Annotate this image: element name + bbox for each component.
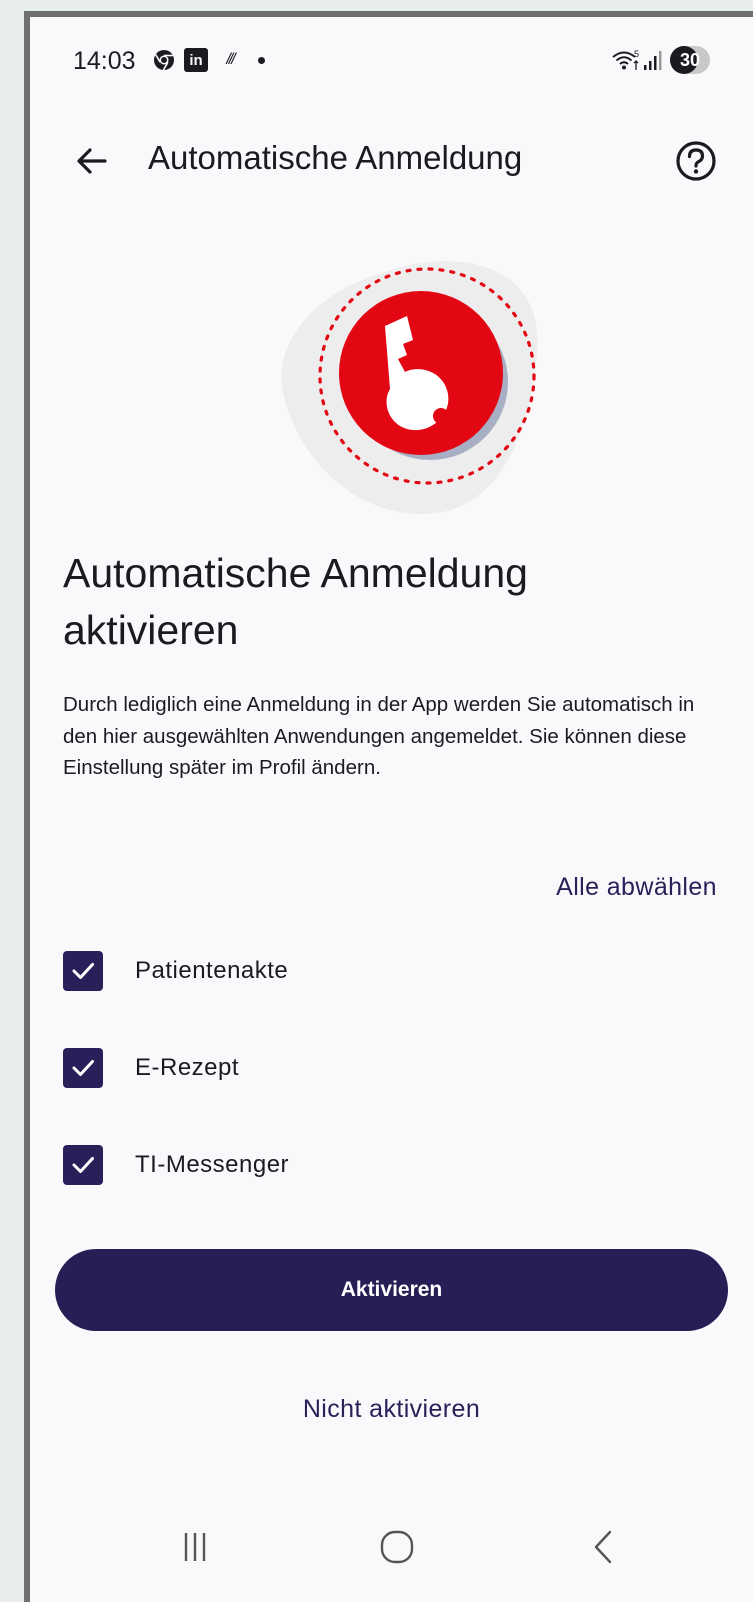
wifi-icon: 5 <box>610 48 644 72</box>
status-bar: 14:03 in /// 5 30 <box>30 17 753 97</box>
recents-button[interactable] <box>165 1517 225 1577</box>
back-button[interactable] <box>68 137 116 185</box>
description-text: Durch lediglich eine Anmeldung in der Ap… <box>63 693 695 779</box>
checkbox[interactable] <box>63 951 103 991</box>
key-illustration <box>255 252 545 527</box>
app-screen: 14:03 in /// 5 30 Automatische Anmeldung… <box>30 17 753 1602</box>
check-icon <box>72 1060 94 1076</box>
battery-icon: 30 <box>670 46 710 74</box>
checkbox[interactable] <box>63 1048 103 1088</box>
status-time: 14:03 <box>73 47 136 75</box>
recents-icon <box>184 1533 206 1561</box>
do-not-activate-button[interactable]: Nicht aktivieren <box>55 1379 728 1439</box>
notification-dot-icon <box>256 48 266 72</box>
page-title: Automatische Anmeldung <box>148 139 523 176</box>
system-back-button[interactable] <box>573 1517 633 1577</box>
help-icon <box>676 141 716 181</box>
help-button[interactable] <box>672 137 720 185</box>
deselect-all-link[interactable]: Alle abwählen <box>556 873 717 902</box>
checkbox[interactable] <box>63 1145 103 1185</box>
home-icon <box>380 1530 414 1564</box>
activate-button[interactable]: Aktivieren <box>55 1249 728 1331</box>
device-frame: 14:03 in /// 5 30 Automatische Anmeldung… <box>24 11 753 1602</box>
option-patientenakte[interactable]: Patientenakte <box>63 947 288 995</box>
check-icon <box>72 1157 94 1173</box>
chrome-icon <box>152 48 176 72</box>
swipe-notification-icon: /// <box>226 51 235 68</box>
check-icon <box>72 963 94 979</box>
svg-text:5: 5 <box>634 49 639 59</box>
back-arrow-icon <box>77 148 107 174</box>
home-button[interactable] <box>367 1517 427 1577</box>
signal-icon <box>642 48 664 72</box>
option-ti-messenger[interactable]: TI-Messenger <box>63 1141 289 1189</box>
battery-level: 30 <box>679 49 701 70</box>
option-e-rezept[interactable]: E-Rezept <box>63 1044 239 1092</box>
system-navigation-bar <box>30 1497 753 1597</box>
option-label: TI-Messenger <box>135 1151 290 1178</box>
option-label: E-Rezept <box>135 1054 240 1081</box>
option-label: Patientenakte <box>135 957 289 984</box>
back-icon <box>594 1530 612 1564</box>
linkedin-icon: in <box>184 48 208 72</box>
section-heading: Automatische Anmeldung aktivieren <box>63 550 528 653</box>
